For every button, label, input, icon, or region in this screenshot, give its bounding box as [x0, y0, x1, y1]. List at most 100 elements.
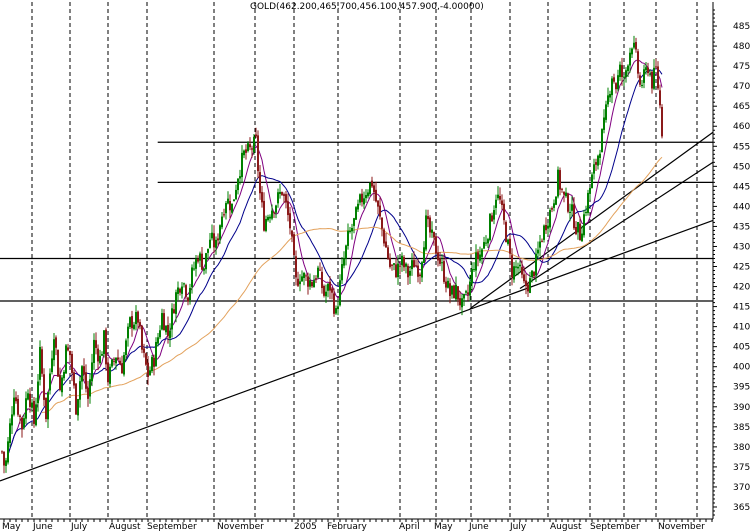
candle: [483, 236, 485, 250]
candle: [373, 182, 375, 201]
candle-body: [179, 288, 181, 293]
candle-body: [283, 194, 285, 196]
candle-body: [651, 71, 653, 89]
candle: [149, 366, 151, 376]
candle-body: [113, 360, 115, 362]
candle-body: [225, 203, 227, 214]
candle-body: [519, 264, 521, 267]
candle: [213, 225, 215, 254]
candle: [241, 145, 243, 183]
candle-body: [15, 397, 17, 402]
candle-body: [93, 339, 95, 363]
candle-body: [289, 213, 291, 229]
candle-body: [365, 195, 367, 199]
candle: [377, 200, 379, 215]
candle: [9, 418, 11, 448]
candle-body: [81, 366, 83, 382]
candle: [83, 358, 85, 381]
candle-body: [567, 194, 569, 212]
candle: [427, 209, 429, 228]
candle-body: [191, 267, 193, 288]
candle-body: [249, 144, 251, 148]
month-label: May: [2, 522, 21, 532]
candle: [355, 206, 357, 220]
candle: [55, 335, 57, 356]
candle: [81, 365, 83, 390]
candle: [449, 278, 451, 304]
candle: [103, 330, 105, 358]
candle: [327, 283, 329, 298]
candle-body: [643, 69, 645, 83]
candle-body: [267, 216, 269, 221]
candle: [591, 172, 593, 189]
candle-body: [87, 387, 89, 399]
candle-body: [219, 225, 221, 240]
candle: [419, 272, 421, 285]
candle: [297, 271, 299, 287]
candle: [613, 73, 615, 84]
candle-body: [59, 375, 61, 391]
candle: [161, 308, 163, 331]
month-label: November: [217, 522, 264, 532]
y-tick-label: 430: [733, 242, 750, 252]
candle: [641, 79, 643, 89]
candle-body: [327, 283, 329, 291]
candle-body: [523, 274, 525, 282]
candle: [173, 303, 175, 314]
candle-body: [587, 192, 589, 213]
candle-body: [399, 265, 401, 267]
candle: [567, 192, 569, 214]
candle-body: [65, 345, 67, 374]
candle-body: [423, 247, 425, 263]
month-label: June: [468, 522, 489, 532]
candle: [305, 273, 307, 281]
candle-body: [323, 285, 325, 296]
candle: [75, 382, 77, 416]
candle-body: [35, 404, 37, 426]
candle-body: [67, 347, 69, 351]
candle-body: [579, 223, 581, 241]
candle: [561, 187, 563, 193]
candle-body: [367, 192, 369, 197]
candle-body: [543, 225, 545, 240]
candle-body: [489, 213, 491, 241]
candle: [293, 231, 295, 256]
candle-body: [309, 280, 311, 287]
candle-body: [91, 362, 93, 382]
candle: [429, 215, 431, 238]
candle-body: [631, 48, 633, 55]
candle-body: [409, 270, 411, 276]
candle: [1, 450, 3, 454]
candle: [5, 457, 7, 473]
candle: [301, 270, 303, 283]
candle: [289, 206, 291, 235]
candle: [91, 353, 93, 387]
candle-body: [247, 143, 249, 151]
candle-body: [407, 265, 409, 278]
candle: [447, 277, 449, 289]
candle: [205, 252, 207, 274]
candle-body: [385, 241, 387, 248]
candle-body: [135, 312, 137, 325]
candle-body: [275, 205, 277, 213]
y-tick-label: 415: [733, 303, 750, 313]
y-tick-label: 420: [733, 283, 750, 293]
candle: [475, 244, 477, 278]
candle: [223, 208, 225, 218]
candle: [261, 186, 263, 208]
candle-body: [521, 267, 523, 275]
candle: [395, 258, 397, 279]
candle-body: [1, 451, 3, 453]
candle-body: [103, 330, 105, 355]
candle-body: [23, 418, 25, 428]
candle-body: [157, 337, 159, 344]
candle-body: [329, 281, 331, 291]
candle: [15, 391, 17, 404]
candle-body: [557, 169, 559, 197]
candle-body: [493, 210, 495, 220]
y-tick-label: 395: [733, 383, 750, 393]
candle-body: [47, 392, 49, 420]
candle: [555, 196, 557, 206]
candle: [211, 224, 213, 241]
candle-body: [121, 363, 123, 374]
